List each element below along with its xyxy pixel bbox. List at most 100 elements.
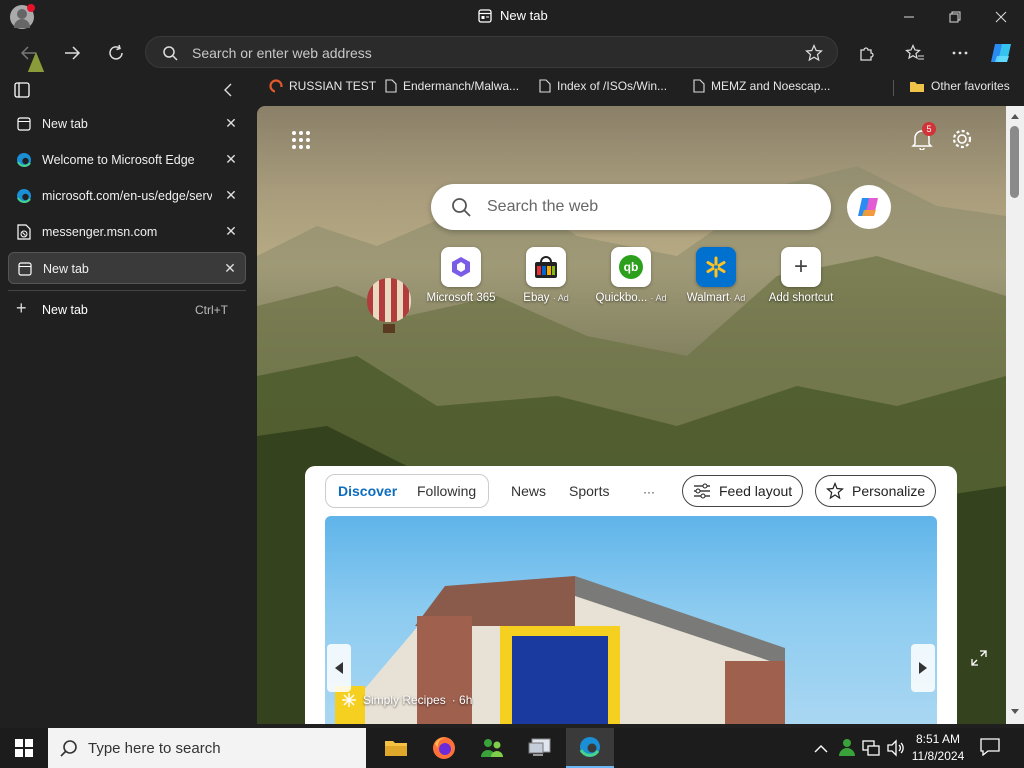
tile-quickbooks[interactable]: qb Quickbo... · Ad — [591, 247, 671, 304]
remote-desktop-button[interactable] — [516, 728, 564, 768]
favorite-item[interactable]: MEMZ and Noescap... — [693, 79, 830, 93]
close-window-button[interactable] — [978, 0, 1024, 34]
tile-walmart[interactable]: Walmart· Ad — [676, 247, 756, 304]
carousel-prev-button[interactable] — [327, 644, 351, 692]
divider — [8, 290, 246, 291]
walmart-icon — [696, 247, 736, 287]
personalize-button[interactable]: Personalize — [815, 475, 937, 507]
tray-user-icon[interactable] — [838, 738, 856, 756]
page-error-icon — [16, 224, 32, 240]
notifications-button[interactable]: 5 — [911, 122, 936, 152]
taskbar-search[interactable]: Type here to search — [48, 728, 366, 768]
network-icon[interactable] — [862, 739, 880, 757]
close-tab-button[interactable]: ✕ — [222, 187, 240, 204]
windows-logo-icon — [15, 739, 33, 757]
clock-date: 11/8/2024 — [911, 749, 965, 763]
minimize-icon — [904, 16, 914, 18]
favorite-item[interactable]: Index of /ISOs/Win... — [539, 79, 667, 93]
extensions-button[interactable] — [850, 36, 884, 70]
page-icon — [539, 79, 551, 93]
other-favorites[interactable]: Other favorites — [909, 79, 1010, 93]
firefox-icon — [433, 737, 455, 759]
tile-add-shortcut[interactable]: + Add shortcut — [761, 247, 841, 304]
vertical-tabs-pane: New tab ✕ Welcome to Microsoft Edge ✕ mi… — [0, 72, 257, 728]
apps-launcher-button[interactable] — [291, 130, 311, 150]
chevron-right-icon — [919, 662, 927, 674]
feed-layout-button[interactable]: Feed layout — [682, 475, 804, 507]
quickbooks-icon: qb — [611, 247, 651, 287]
address-input[interactable] — [192, 44, 772, 62]
edge-taskbar-button[interactable] — [566, 728, 614, 768]
new-tab-button[interactable]: + New tab Ctrl+T — [8, 294, 246, 324]
page-icon — [693, 79, 705, 93]
file-explorer-button[interactable] — [372, 728, 420, 768]
close-tab-button[interactable]: ✕ — [222, 223, 240, 240]
vertical-tab-item[interactable]: Welcome to Microsoft Edge ✕ — [8, 144, 246, 176]
expand-icon[interactable] — [971, 650, 987, 666]
simply-recipes-icon — [342, 693, 356, 707]
vertical-tab-label: New tab — [43, 262, 89, 276]
tile-microsoft-365[interactable]: Microsoft 365 — [421, 247, 501, 304]
settings-more-button[interactable] — [943, 36, 977, 70]
edge-icon — [16, 188, 32, 204]
clock[interactable]: 8:51 AM 11/8/2024 — [908, 731, 968, 765]
close-tab-button[interactable]: ✕ — [222, 115, 240, 132]
notification-center-button[interactable] — [980, 738, 1002, 758]
more-tabs-button[interactable]: ··· — [643, 485, 655, 499]
tab-news[interactable]: News — [511, 483, 546, 499]
minimize-button[interactable] — [886, 0, 932, 34]
scroll-down-icon — [1011, 709, 1019, 714]
chevron-left-icon — [224, 83, 232, 97]
title-bar: New tab — [0, 0, 1024, 34]
web-search-box[interactable]: Search the web — [431, 184, 831, 230]
collapse-pane-button[interactable] — [222, 82, 238, 98]
vertical-tab-label: Welcome to Microsoft Edge — [42, 153, 195, 167]
close-tab-button[interactable]: ✕ — [221, 260, 239, 277]
tab-following[interactable]: Following — [417, 483, 476, 499]
people-icon — [839, 739, 855, 756]
vertical-tab-item[interactable]: New tab ✕ — [8, 108, 246, 140]
close-tab-button[interactable]: ✕ — [222, 151, 240, 168]
vertical-tab-item[interactable]: messenger.msn.com ✕ — [8, 216, 246, 248]
russian-test-icon — [269, 79, 283, 93]
scroll-up-icon — [1011, 114, 1019, 119]
page-settings-button[interactable] — [951, 128, 973, 150]
messenger-button[interactable] — [468, 728, 516, 768]
tab-sports[interactable]: Sports — [569, 483, 609, 499]
chevron-up-icon — [814, 745, 828, 753]
favorite-item[interactable]: RUSSIAN TEST — [269, 79, 376, 93]
address-bar[interactable] — [145, 36, 838, 68]
tab-discover[interactable]: Discover — [338, 483, 397, 499]
sparkle-star-icon — [826, 482, 844, 500]
tile-ebay[interactable]: Ebay · Ad — [506, 247, 586, 304]
copilot-search-button[interactable] — [847, 185, 891, 229]
profile-avatar[interactable] — [10, 4, 35, 29]
volume-icon[interactable] — [886, 739, 904, 757]
page-scrollbar[interactable] — [1006, 106, 1024, 724]
search-icon — [60, 740, 77, 757]
tray-overflow-button[interactable] — [814, 740, 830, 756]
start-button[interactable] — [0, 728, 48, 768]
people-icon — [481, 739, 503, 757]
carousel-next-button[interactable] — [911, 644, 935, 692]
restore-button[interactable] — [932, 0, 978, 34]
copilot-button[interactable] — [985, 36, 1019, 70]
favorite-item[interactable]: Endermanch/Malwa... — [385, 79, 519, 93]
restore-icon — [949, 11, 961, 23]
scrollbar-thumb[interactable] — [1010, 126, 1019, 198]
tab-actions-menu-button[interactable] — [14, 82, 32, 98]
favorite-star-icon[interactable] — [805, 44, 823, 62]
ebay-bag-icon — [526, 247, 566, 287]
favorites-button[interactable] — [898, 36, 932, 70]
vertical-tab-item[interactable]: microsoft.com/en-us/edge/serve ✕ — [8, 180, 246, 212]
refresh-button[interactable] — [99, 36, 133, 70]
vertical-tab-label: New tab — [42, 117, 88, 131]
firefox-button[interactable] — [420, 728, 468, 768]
vertical-tab-item-active[interactable]: New tab ✕ — [8, 252, 246, 284]
edge-icon — [16, 152, 32, 168]
clock-time: 8:51 AM — [915, 732, 961, 746]
forward-arrow-icon — [65, 46, 81, 60]
feed-hero-card[interactable]: Simply Recipes · 6h — [325, 516, 937, 724]
vertical-tab-label: messenger.msn.com — [42, 225, 158, 239]
forward-button[interactable] — [55, 36, 89, 70]
